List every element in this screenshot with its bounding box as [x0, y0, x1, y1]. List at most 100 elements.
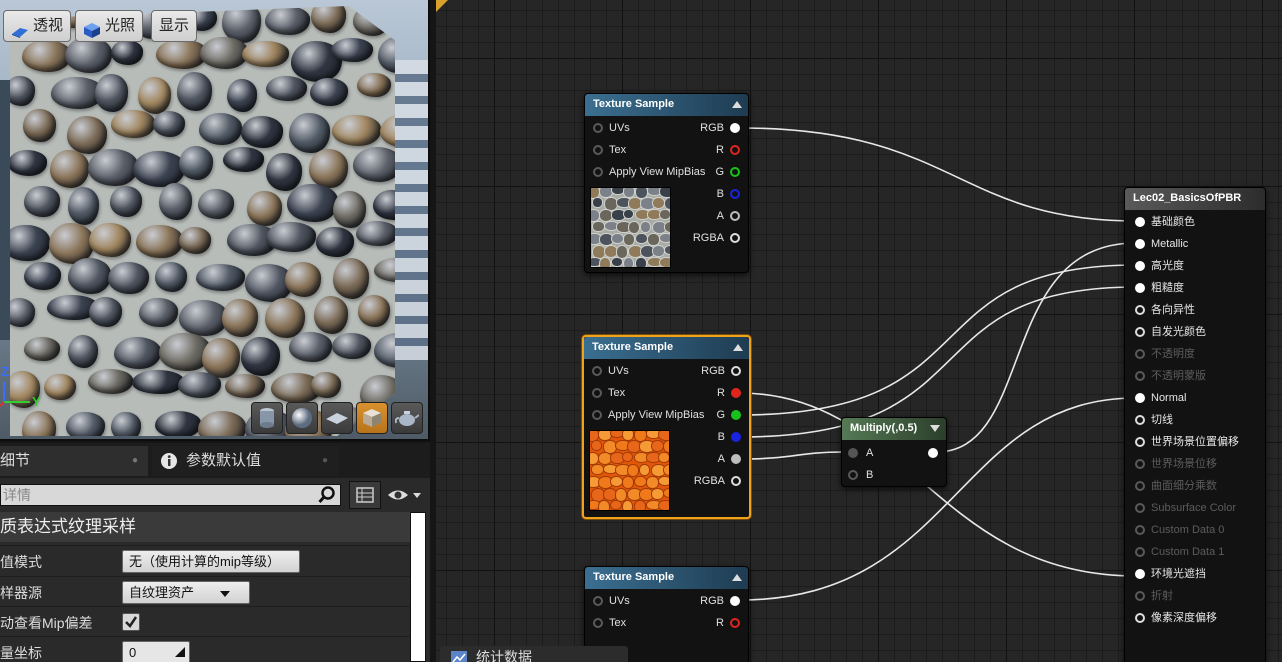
tab-statistics[interactable]: 统计数据	[440, 646, 628, 662]
pin-socket-icon[interactable]	[592, 410, 602, 420]
pin-socket-icon[interactable]	[730, 123, 740, 133]
material-input-pin[interactable]: 曲面细分乘数	[1135, 475, 1217, 497]
output-pin-g[interactable]: G	[670, 161, 740, 183]
pin-socket-icon[interactable]	[1135, 569, 1145, 579]
input-pin-uvs[interactable]: UVs	[593, 117, 630, 139]
pin-socket-icon[interactable]	[730, 233, 740, 243]
view-mip-bias-checkbox[interactable]	[122, 613, 140, 631]
material-input-pin[interactable]: Custom Data 1	[1135, 541, 1224, 563]
input-pin-tex[interactable]: Tex	[592, 382, 625, 404]
multiply-node[interactable]: Multiply(,0.5) A B	[841, 417, 947, 487]
pin-socket-icon[interactable]	[1135, 327, 1145, 337]
details-search-input[interactable]: 详情	[0, 484, 341, 506]
sampler-source-dropdown[interactable]: 自纹理资产	[122, 581, 250, 604]
output-pin-b[interactable]: B	[670, 183, 740, 205]
pin-socket-icon[interactable]	[1135, 591, 1145, 601]
pin-socket-icon[interactable]	[730, 189, 740, 199]
output-pin-rgba[interactable]: RGBA	[670, 227, 740, 249]
material-input-pin[interactable]: Custom Data 0	[1135, 519, 1224, 541]
output-pin-b[interactable]: B	[671, 426, 741, 448]
pin-socket-icon[interactable]	[1135, 283, 1145, 293]
material-input-pin[interactable]: 各向异性	[1135, 299, 1195, 321]
material-input-pin[interactable]: 自发光颜色	[1135, 321, 1206, 343]
node-header[interactable]: Lec02_BasicsOfPBR	[1125, 188, 1265, 210]
material-input-pin[interactable]: 基础颜色	[1135, 211, 1195, 233]
pin-socket-icon[interactable]	[593, 123, 603, 133]
output-pin-g[interactable]: G	[671, 404, 741, 426]
output-pin-r[interactable]: R	[670, 612, 740, 634]
pin-socket-icon[interactable]	[593, 618, 603, 628]
collapse-icon[interactable]	[930, 425, 940, 432]
property-matrix-button[interactable]	[349, 481, 381, 509]
pin-socket-icon[interactable]	[1135, 261, 1145, 271]
pin-socket-icon[interactable]	[1135, 217, 1145, 227]
material-input-pin[interactable]: 不透明蒙版	[1135, 365, 1206, 387]
pin-socket-icon[interactable]	[1135, 459, 1145, 469]
material-input-pin[interactable]: Subsurface Color	[1135, 497, 1236, 519]
preview-sphere-button[interactable]	[286, 402, 318, 434]
preview-cube-button[interactable]	[356, 402, 388, 434]
material-input-pin[interactable]: 像素深度偏移	[1135, 607, 1217, 629]
material-input-pin[interactable]: 切线	[1135, 409, 1173, 431]
pin-socket-icon[interactable]	[1135, 525, 1145, 535]
pin-socket-icon[interactable]	[1135, 613, 1145, 623]
collapse-icon[interactable]	[732, 101, 742, 108]
material-input-pin[interactable]: 世界场景位置偏移	[1135, 431, 1239, 453]
visibility-filter-button[interactable]	[386, 485, 426, 505]
pin-socket-icon[interactable]	[730, 618, 740, 628]
lit-mode-button[interactable]: 光照	[75, 10, 144, 42]
perspective-button[interactable]: 透视	[3, 10, 72, 42]
pin-socket-icon[interactable]	[593, 596, 603, 606]
output-pin-rgb[interactable]: RGB	[670, 590, 740, 612]
multiply-output-pin[interactable]	[928, 448, 938, 458]
pin-socket-icon[interactable]	[731, 366, 741, 376]
texture-sample-node-1[interactable]: Texture Sample UVs Tex Apply View MipBia…	[584, 93, 749, 273]
section-header[interactable]: 质表达式纹理采样	[0, 512, 410, 542]
material-graph-canvas[interactable]: Texture Sample UVs Tex Apply View MipBia…	[436, 0, 1282, 662]
output-pin-r[interactable]: R	[671, 382, 741, 404]
pin-socket-icon[interactable]	[592, 388, 602, 398]
pin-socket-icon[interactable]	[1135, 349, 1145, 359]
pin-socket-icon[interactable]	[731, 476, 741, 486]
texture-sample-node-2[interactable]: Texture Sample UVs Tex Apply View MipBia…	[582, 335, 751, 519]
material-input-pin[interactable]: Normal	[1135, 387, 1186, 409]
pin-socket-icon[interactable]	[1135, 503, 1145, 513]
material-input-pin[interactable]: 折射	[1135, 585, 1173, 607]
material-result-node[interactable]: Lec02_BasicsOfPBR 基础颜色 Metallic 高光度 粗糙度 各向异性…	[1124, 187, 1266, 662]
material-input-pin[interactable]: 不透明度	[1135, 343, 1195, 365]
tab-close-icon[interactable]: ●	[132, 446, 138, 476]
preview-teapot-button[interactable]	[391, 402, 423, 434]
output-pin-a[interactable]: A	[670, 205, 740, 227]
tab-parameter-defaults[interactable]: 参数默认值 ●	[152, 446, 338, 476]
pin-socket-icon[interactable]	[848, 448, 858, 458]
pin-socket-icon[interactable]	[731, 432, 741, 442]
output-pin-rgb[interactable]: RGB	[670, 117, 740, 139]
node-header[interactable]: Texture Sample	[584, 337, 749, 359]
input-pin-b[interactable]: B	[848, 464, 873, 486]
pin-socket-icon[interactable]	[1135, 415, 1145, 425]
output-pin-a[interactable]: A	[671, 448, 741, 470]
pin-socket-icon[interactable]	[848, 470, 858, 480]
pin-socket-icon[interactable]	[730, 145, 740, 155]
pin-socket-icon[interactable]	[1135, 547, 1145, 557]
tab-close-icon[interactable]: ●	[322, 446, 328, 476]
output-pin-rgba[interactable]: RGBA	[671, 470, 741, 492]
pin-socket-icon[interactable]	[593, 145, 603, 155]
output-pin-rgb[interactable]: RGB	[671, 360, 741, 382]
input-pin-tex[interactable]: Tex	[593, 612, 626, 634]
pin-socket-icon[interactable]	[731, 454, 741, 464]
node-header[interactable]: Texture Sample	[585, 94, 748, 116]
node-header[interactable]: Multiply(,0.5)	[842, 418, 946, 440]
pin-socket-icon[interactable]	[1135, 305, 1145, 315]
mip-value-mode-dropdown[interactable]: 无（使用计算的mip等级）	[122, 550, 300, 587]
output-pin-r[interactable]: R	[670, 139, 740, 161]
pin-socket-icon[interactable]	[730, 167, 740, 177]
material-preview-viewport[interactable]: 透视 光照 显示 Z Y	[0, 0, 430, 441]
show-button[interactable]: 显示	[151, 10, 198, 42]
pin-socket-icon[interactable]	[1135, 481, 1145, 491]
details-scrollbar[interactable]	[410, 512, 426, 662]
preview-cylinder-button[interactable]	[251, 402, 283, 434]
pin-socket-icon[interactable]	[593, 167, 603, 177]
input-pin-a[interactable]: A	[848, 442, 873, 464]
tab-details[interactable]: 细节 ●	[0, 446, 148, 476]
